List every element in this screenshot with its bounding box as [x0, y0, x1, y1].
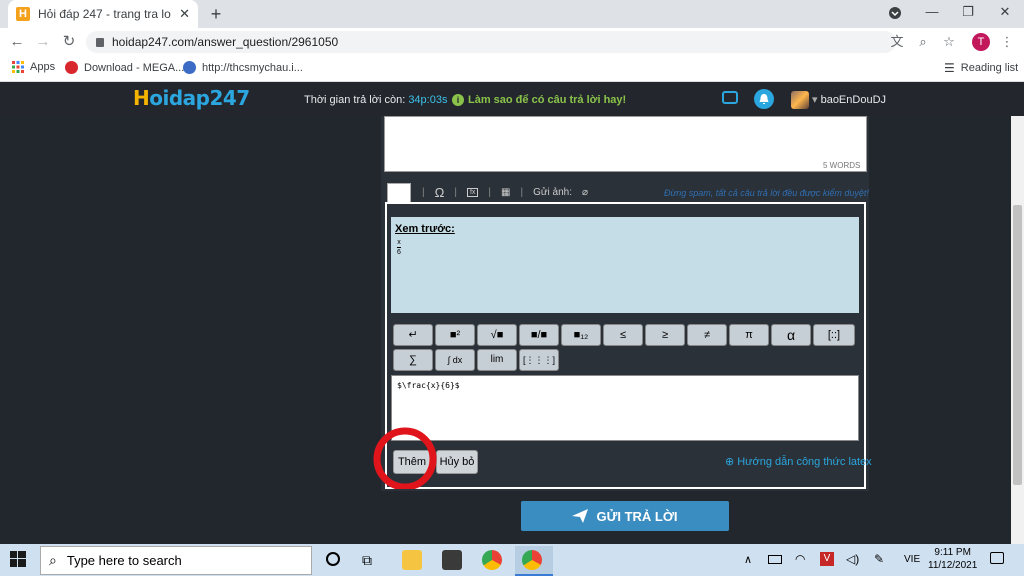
omnibox[interactable]: hoidap247.com/answer_question/2961050: [86, 31, 896, 53]
search-placeholder: Type here to search: [66, 553, 182, 568]
battery-icon[interactable]: [768, 555, 782, 564]
username[interactable]: ▾ baoEnDouDJ: [812, 93, 886, 106]
chrome-icon[interactable]: [482, 550, 502, 570]
tab-search-icon[interactable]: [888, 6, 908, 24]
volume-icon[interactable]: ◁): [846, 552, 859, 566]
bookmark-star-icon[interactable]: ☆: [940, 33, 958, 51]
word-count: 5 WORDS: [823, 161, 861, 170]
preview-fraction: x 6: [397, 239, 401, 256]
bookmark-mega[interactable]: Download - MEGA...: [65, 61, 184, 74]
scrollbar-thumb[interactable]: [1013, 205, 1022, 485]
antivirus-icon[interactable]: V: [820, 552, 834, 566]
preview-label: Xem trước:: [395, 223, 455, 235]
reading-list-label: Reading list: [960, 62, 1019, 74]
send-icon: [572, 509, 589, 523]
user-avatar[interactable]: [791, 91, 809, 109]
bookmark-label: http://thcsmychau.i...: [202, 61, 303, 74]
latex-input[interactable]: $\frac{x}{6}$: [391, 375, 859, 441]
windows-start-icon[interactable]: [10, 551, 26, 567]
apps-grid-icon: [12, 61, 24, 73]
spam-notice: Đừng spam, tất cả câu trả lời đều được k…: [664, 188, 869, 198]
math-sum-button[interactable]: ∑: [393, 349, 433, 371]
tab-title: Hỏi đáp 247 - trang tra loi: [38, 7, 172, 21]
math-integral-button[interactable]: ∫ dx: [435, 349, 475, 371]
math-power-button[interactable]: ■²: [435, 324, 475, 346]
timer-value: 34p:03s: [408, 94, 448, 106]
cancel-button[interactable]: Hủy bỏ: [436, 450, 478, 474]
math-subscript-button[interactable]: ■₁₂: [561, 324, 601, 346]
menu-icon[interactable]: ⋮: [998, 33, 1016, 51]
bookmark-label: Apps: [30, 61, 56, 73]
bookmark-thcs[interactable]: http://thcsmychau.i...: [183, 61, 303, 74]
math-pi-button[interactable]: π: [729, 324, 769, 346]
math-neq-button[interactable]: ≠: [687, 324, 727, 346]
latex-preview: [391, 217, 859, 313]
forward-icon[interactable]: →: [34, 33, 52, 51]
chrome-profile-icon[interactable]: [522, 550, 542, 570]
notification-bell-icon[interactable]: [754, 89, 774, 109]
url-text: hoidap247.com/answer_question/2961050: [112, 35, 339, 49]
math-fraction-button[interactable]: ■/■: [519, 324, 559, 346]
math-limit-button[interactable]: lim: [477, 349, 517, 371]
tip-link[interactable]: i Làm sao để có câu trả lời hay!: [452, 94, 626, 106]
math-formula-icon[interactable]: fx: [466, 187, 479, 197]
mega-icon: [65, 61, 78, 74]
new-tab-button[interactable]: +: [206, 5, 226, 23]
clock[interactable]: 9:11 PM 11/12/2021: [928, 546, 977, 572]
language-indicator[interactable]: VIE: [904, 554, 920, 565]
reload-icon[interactable]: ↻: [60, 33, 78, 51]
help-icon: ⊕: [725, 456, 735, 468]
math-alpha-button[interactable]: α: [771, 324, 811, 346]
bookmark-apps[interactable]: Apps: [12, 61, 55, 73]
chat-icon[interactable]: [722, 91, 738, 104]
pen-icon[interactable]: ✎: [874, 552, 884, 566]
submit-answer-button[interactable]: GỬI TRẢ LỜI: [521, 501, 729, 531]
table-icon[interactable]: ▦: [501, 187, 510, 198]
math-matrix-button[interactable]: [::]: [813, 324, 855, 346]
close-tab-icon[interactable]: ✕: [179, 6, 190, 22]
site-logo[interactable]: Hoidap247: [133, 86, 250, 110]
profile-avatar[interactable]: T: [972, 33, 990, 51]
back-icon[interactable]: ←: [8, 33, 26, 51]
search-icon: ⌕: [49, 552, 57, 568]
red-annotation-circle: [373, 427, 437, 489]
browser-tab[interactable]: H Hỏi đáp 247 - trang tra loi ✕: [8, 0, 198, 28]
tray-chevron-icon[interactable]: ∧: [744, 553, 752, 566]
zoom-icon[interactable]: ⌕: [914, 33, 932, 51]
taskbar-search[interactable]: ⌕ Type here to search: [40, 546, 312, 575]
bookmark-label: Download - MEGA...: [84, 61, 185, 74]
restore-icon[interactable]: ❐: [958, 4, 978, 22]
math-leq-button[interactable]: ≤: [603, 324, 643, 346]
site-icon: [183, 61, 196, 74]
reading-list-icon: ☰: [944, 61, 955, 75]
paperclip-icon[interactable]: ⌀: [582, 187, 588, 198]
answer-editor[interactable]: [384, 116, 867, 172]
cortana-icon[interactable]: [326, 552, 340, 566]
window-close-icon[interactable]: ✕: [995, 4, 1015, 22]
wifi-icon[interactable]: ◠: [795, 552, 805, 566]
task-view-icon[interactable]: ⧉: [362, 552, 372, 569]
omega-icon[interactable]: Ω: [435, 185, 445, 200]
translate-icon[interactable]: 文: [888, 33, 906, 51]
math-geq-button[interactable]: ≥: [645, 324, 685, 346]
answer-timer: Thời gian trả lời còn: 34p:03s: [304, 94, 448, 106]
mail-icon[interactable]: [442, 550, 462, 570]
upload-label: Gửi ảnh:: [533, 186, 572, 198]
math-enter-button[interactable]: ↵: [393, 324, 433, 346]
latex-guide-link[interactable]: ⊕ Hướng dẫn công thức latex: [725, 455, 872, 469]
file-explorer-icon[interactable]: [402, 550, 422, 570]
site-favicon-icon: H: [16, 7, 30, 21]
lock-icon: [96, 37, 104, 47]
reading-list[interactable]: ☰ Reading list: [944, 61, 1018, 75]
math-array-button[interactable]: [⋮⋮⋮]: [519, 349, 559, 371]
notifications-icon[interactable]: [990, 552, 1004, 564]
minimize-icon[interactable]: —: [922, 4, 942, 22]
info-icon: i: [452, 94, 464, 106]
math-sqrt-button[interactable]: √■: [477, 324, 517, 346]
